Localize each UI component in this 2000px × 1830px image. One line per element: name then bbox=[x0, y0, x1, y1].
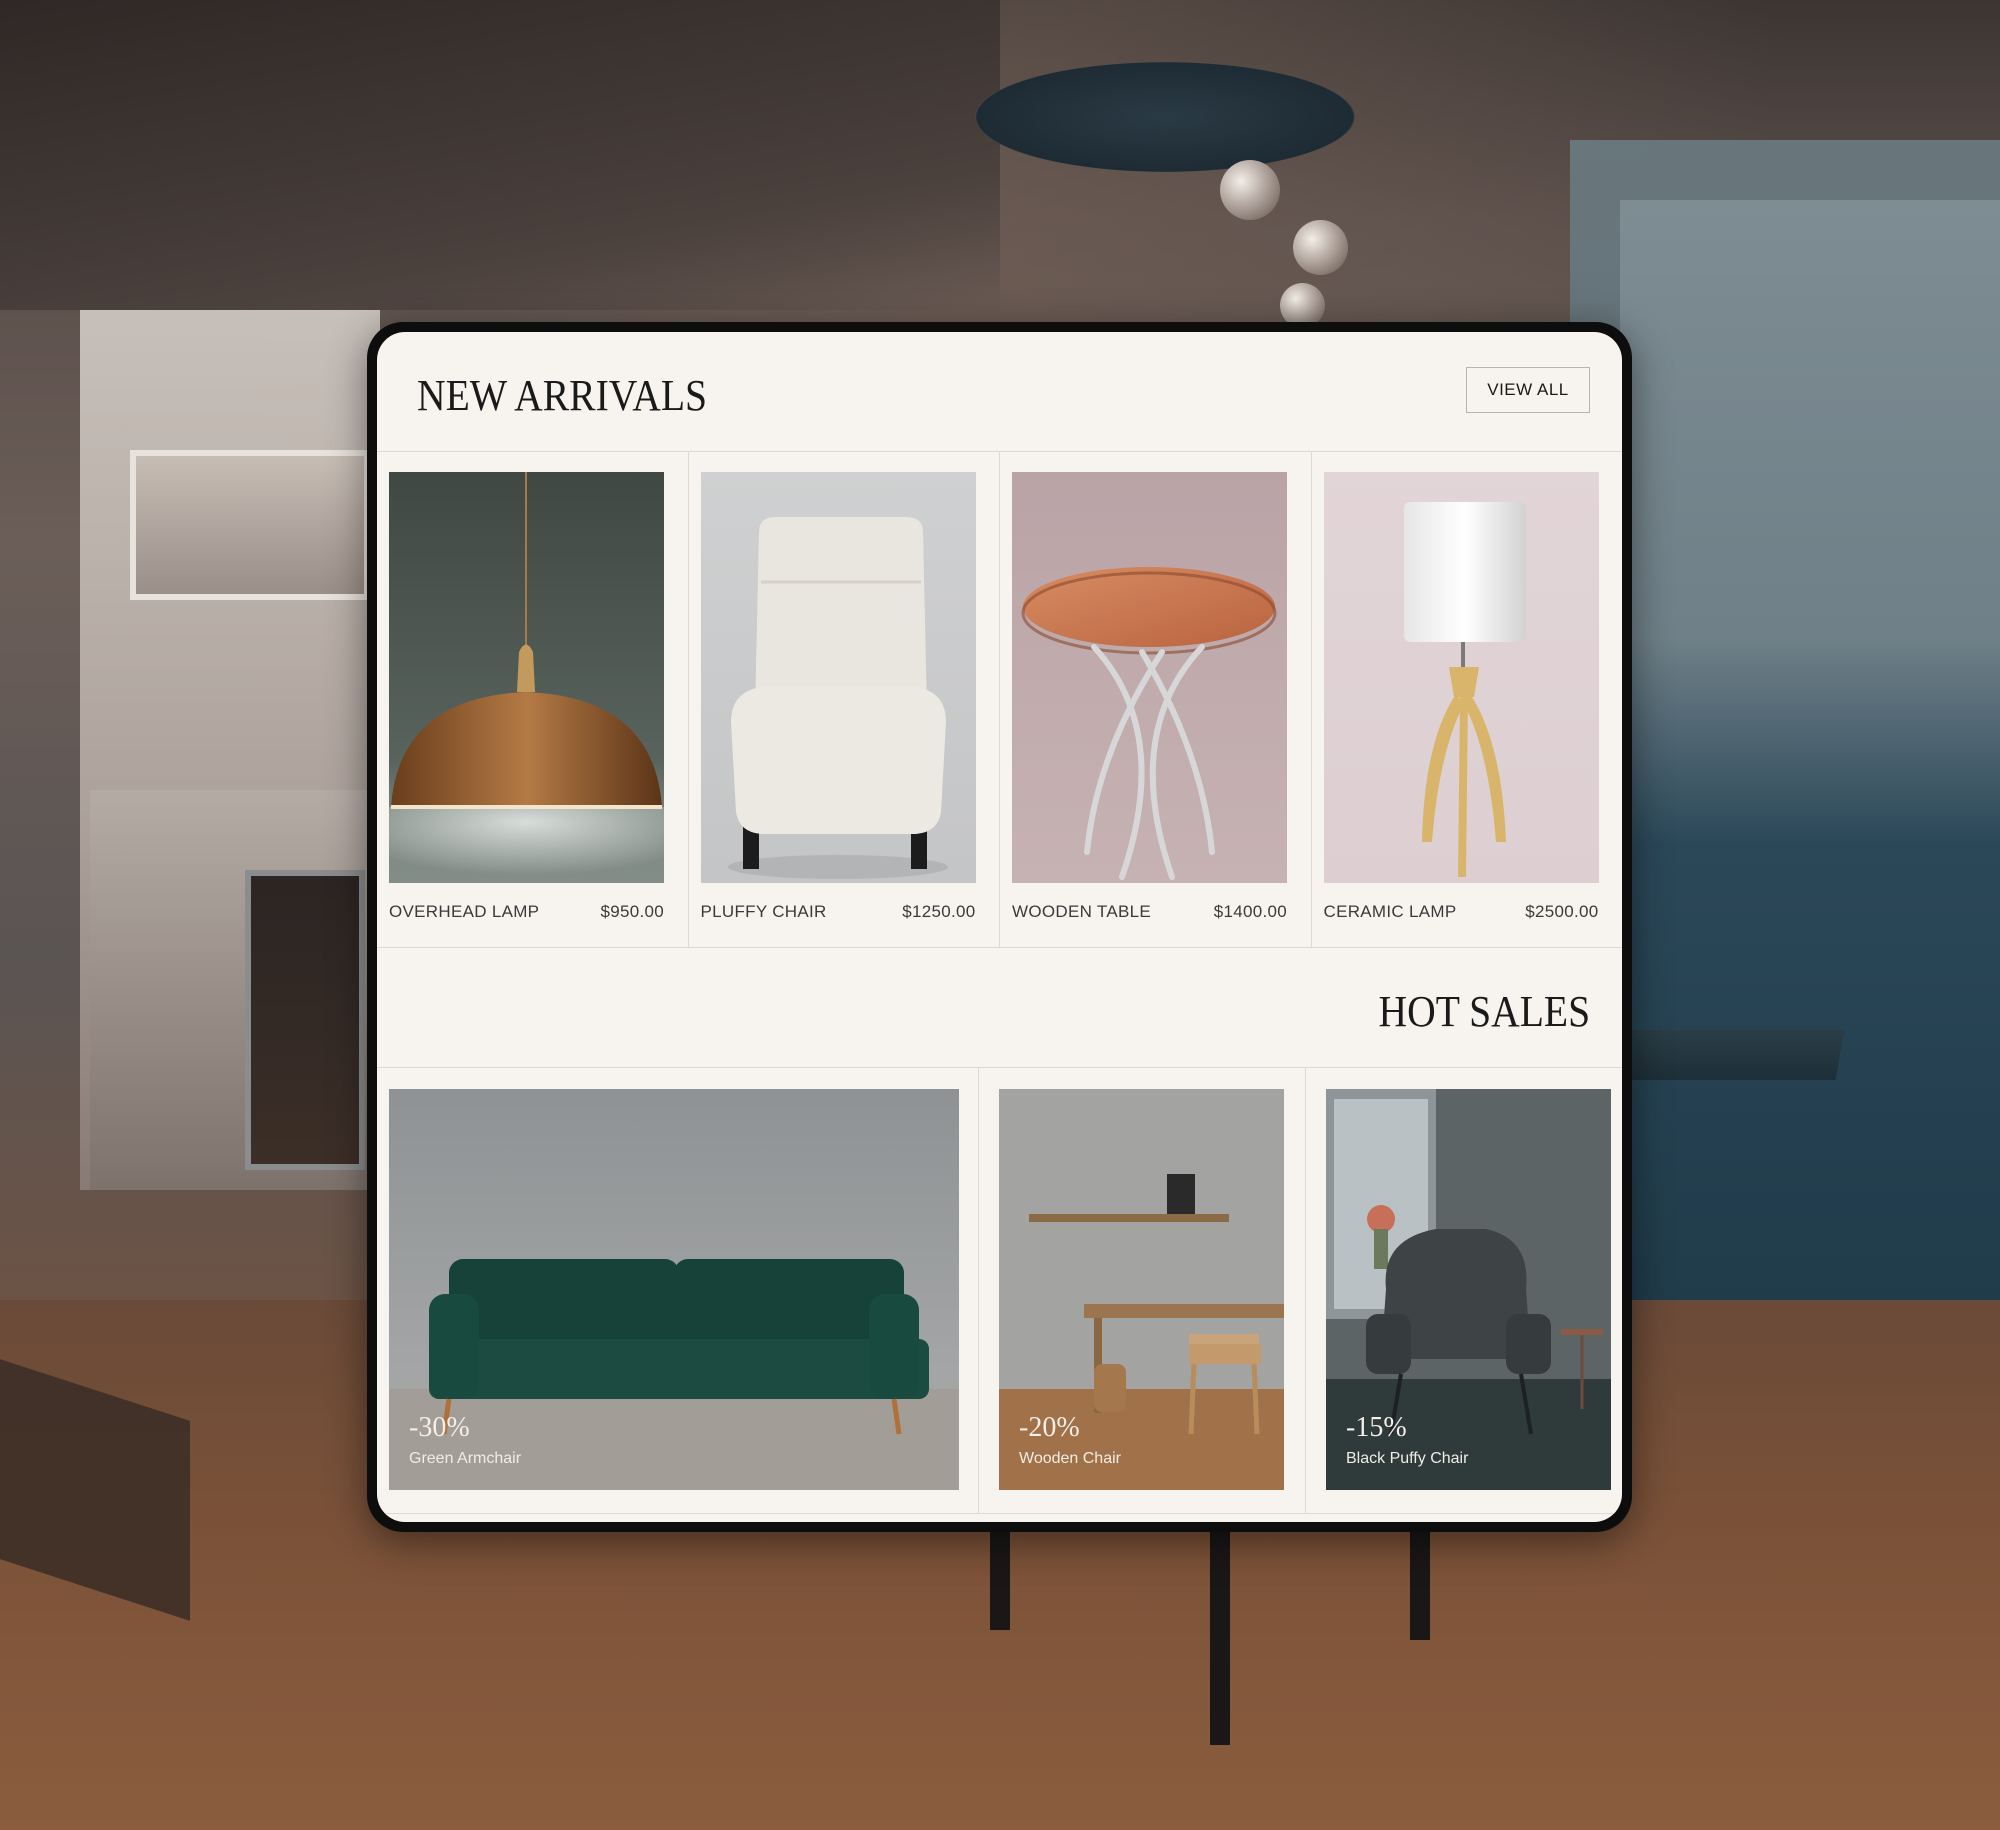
chandelier bbox=[975, 62, 1355, 172]
sale-image-green-armchair[interactable]: -30% Green Armchair bbox=[389, 1089, 959, 1490]
hot-sales-header: HOT SALES bbox=[377, 948, 1622, 1068]
table-leg bbox=[990, 1530, 1010, 1630]
sale-image-black-puffy-chair[interactable]: -15% Black Puffy Chair bbox=[1326, 1089, 1611, 1490]
new-arrivals-header: NEW ARRIVALS VIEW ALL bbox=[377, 332, 1622, 452]
product-price: $950.00 bbox=[600, 902, 664, 921]
wooden-table-illustration bbox=[1012, 472, 1287, 883]
table-leg bbox=[1410, 1530, 1430, 1640]
ceramic-lamp-illustration bbox=[1323, 472, 1599, 883]
sale-image-wooden-chair[interactable]: -20% Wooden Chair bbox=[999, 1089, 1284, 1490]
product-name: CERAMIC LAMP bbox=[1323, 902, 1457, 921]
hot-sales-grid: -30% Green Armchair -20% Wooden Chair -1… bbox=[377, 1068, 1622, 1514]
product-name: OVERHEAD LAMP bbox=[389, 902, 540, 921]
discount-label: -15% bbox=[1346, 1412, 1407, 1443]
sale-item-name: Wooden Chair bbox=[1019, 1450, 1121, 1467]
sale-item-name: Black Puffy Chair bbox=[1346, 1450, 1469, 1467]
product-meta: PLUFFY CHAIR $1250.00 bbox=[701, 902, 976, 922]
discount-label: -30% bbox=[409, 1412, 470, 1443]
product-name: WOODEN TABLE bbox=[1012, 902, 1151, 921]
pluffy-chair-illustration bbox=[700, 472, 976, 883]
product-meta: OVERHEAD LAMP $950.00 bbox=[389, 902, 664, 922]
green-sofa-illustration bbox=[389, 1089, 959, 1490]
product-price: $1400.00 bbox=[1213, 902, 1287, 921]
shop-screen: NEW ARRIVALS VIEW ALL OVERHEAD LAMP $950… bbox=[377, 332, 1622, 1522]
discount-label: -20% bbox=[1019, 1412, 1080, 1443]
product-card[interactable]: CERAMIC LAMP $2500.00 bbox=[1312, 452, 1623, 947]
new-arrivals-title: NEW ARRIVALS bbox=[417, 371, 708, 420]
hot-sales-title: HOT SALES bbox=[1378, 987, 1590, 1036]
product-image-pluffy-chair[interactable] bbox=[700, 472, 976, 883]
chandelier-orb bbox=[1220, 160, 1280, 220]
product-card[interactable]: WOODEN TABLE $1400.00 bbox=[1000, 452, 1312, 947]
view-all-button[interactable]: VIEW ALL bbox=[1466, 367, 1590, 413]
sale-card[interactable]: -15% Black Puffy Chair bbox=[1306, 1068, 1622, 1513]
table-leg bbox=[1210, 1530, 1230, 1745]
new-arrivals-grid: OVERHEAD LAMP $950.00 PLUFFY CHAIR $1250… bbox=[377, 452, 1622, 948]
overhead-lamp-illustration bbox=[389, 472, 664, 883]
product-name: PLUFFY CHAIR bbox=[700, 902, 827, 921]
product-card[interactable]: OVERHEAD LAMP $950.00 bbox=[377, 452, 689, 947]
ocean-view bbox=[1620, 200, 2000, 1350]
sale-item-name: Green Armchair bbox=[409, 1450, 522, 1467]
chandelier-orb bbox=[1293, 220, 1348, 275]
product-meta: CERAMIC LAMP $2500.00 bbox=[1324, 902, 1599, 922]
wine-fridge bbox=[245, 870, 365, 1170]
product-card[interactable]: PLUFFY CHAIR $1250.00 bbox=[689, 452, 1000, 947]
ceiling-beam bbox=[0, 0, 1000, 310]
tablet-frame: NEW ARRIVALS VIEW ALL OVERHEAD LAMP $950… bbox=[367, 322, 1632, 1532]
sale-card[interactable]: -20% Wooden Chair bbox=[979, 1068, 1306, 1513]
sale-card[interactable]: -30% Green Armchair bbox=[377, 1068, 979, 1513]
product-image-overhead-lamp[interactable] bbox=[389, 472, 664, 883]
product-meta: WOODEN TABLE $1400.00 bbox=[1012, 902, 1287, 922]
product-price: $2500.00 bbox=[1525, 902, 1599, 921]
product-image-wooden-table[interactable] bbox=[1012, 472, 1287, 883]
product-image-ceramic-lamp[interactable] bbox=[1323, 472, 1599, 883]
kitchen-cabinet bbox=[130, 450, 370, 600]
product-price: $1250.00 bbox=[902, 902, 976, 921]
